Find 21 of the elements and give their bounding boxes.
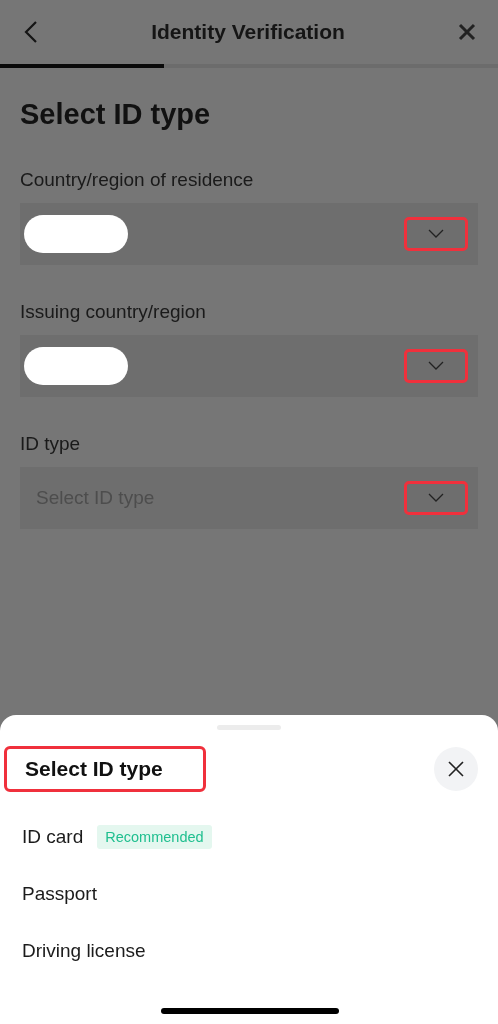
back-button[interactable] (24, 20, 38, 44)
field-label: Country/region of residence (20, 169, 255, 191)
field-label: ID type (20, 433, 82, 455)
dropdown-field[interactable] (20, 203, 478, 265)
id-type-option[interactable]: ID card (22, 825, 84, 848)
back-icon (24, 20, 38, 44)
sheet-title: Select ID type (4, 746, 206, 792)
dropdown-field[interactable] (20, 335, 478, 397)
close-button[interactable] (434, 747, 478, 791)
id-type-option[interactable]: Driving license (22, 939, 146, 962)
chevron-down-icon (428, 361, 444, 371)
field-label: Issuing country/region (20, 301, 207, 323)
chevron-down-icon (428, 229, 444, 239)
screen-title: Identity Verification (151, 20, 345, 44)
chevron-down-icon (428, 493, 444, 503)
id-type-option[interactable]: Passport (22, 882, 97, 905)
recommended-tag: Recommended (97, 824, 212, 849)
close-button[interactable] (458, 23, 476, 41)
close-icon (458, 23, 476, 41)
close-icon (448, 761, 464, 777)
page-heading: Select ID type (20, 98, 212, 131)
